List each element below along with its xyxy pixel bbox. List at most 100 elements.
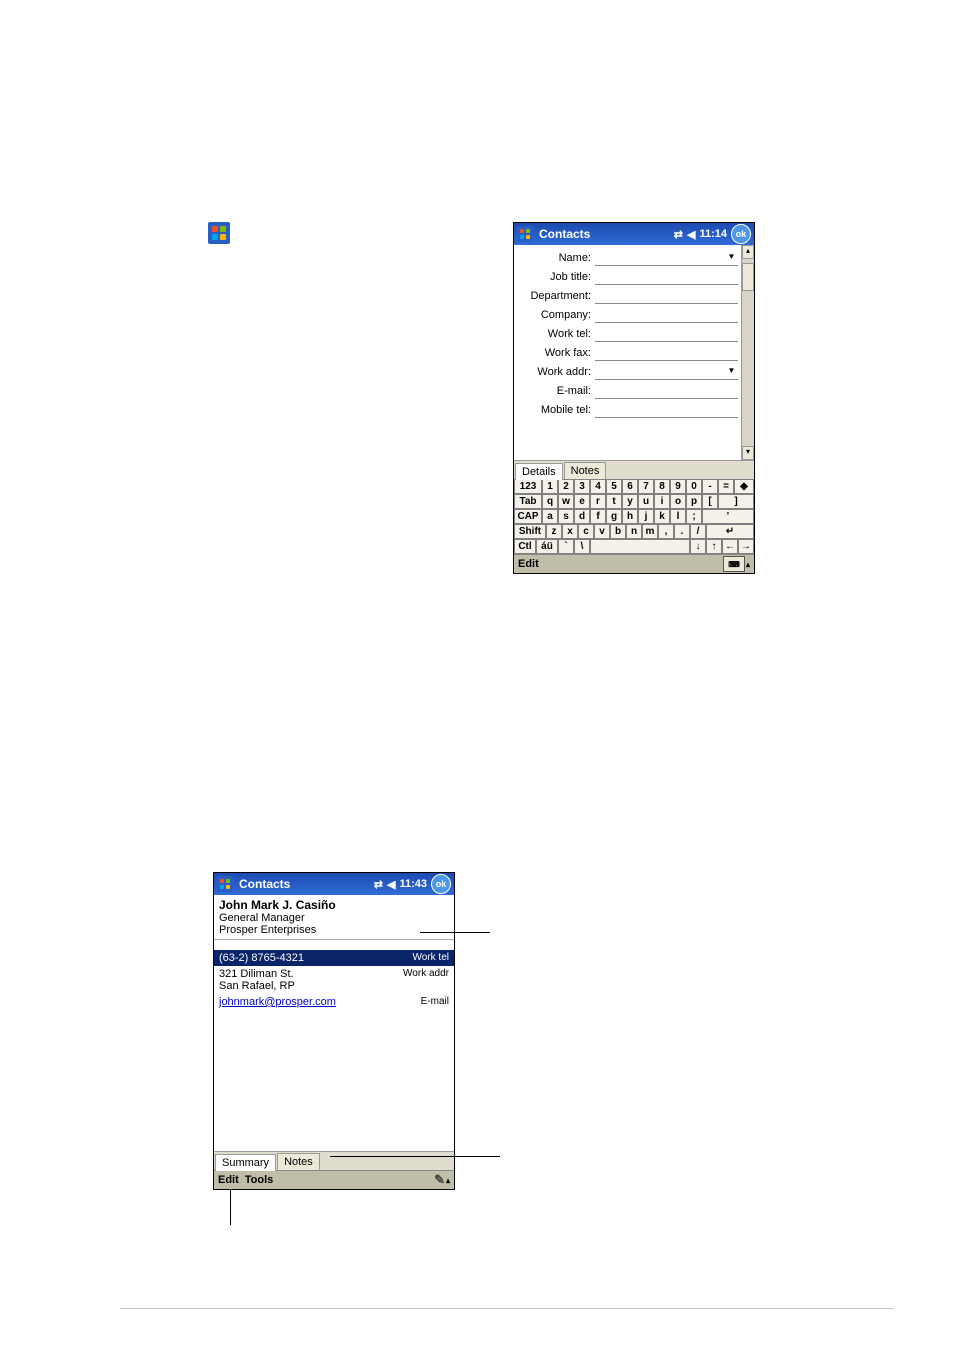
key-ctl[interactable]: Ctl bbox=[514, 539, 536, 554]
key[interactable]: o bbox=[670, 494, 686, 509]
connectivity-icon[interactable]: ⇄ bbox=[674, 228, 683, 241]
key[interactable]: d bbox=[574, 509, 590, 524]
key[interactable]: w bbox=[558, 494, 574, 509]
vertical-scrollbar[interactable]: ▴ ▾ bbox=[741, 245, 754, 460]
email-link[interactable]: johnmark@prosper.com bbox=[219, 996, 336, 1008]
key[interactable]: \ bbox=[574, 539, 590, 554]
key[interactable]: z bbox=[546, 524, 562, 539]
key[interactable]: l bbox=[670, 509, 686, 524]
key[interactable]: h bbox=[622, 509, 638, 524]
key-accent[interactable]: áü bbox=[536, 539, 558, 554]
work-tel-field[interactable] bbox=[595, 326, 738, 342]
sip-arrow-icon[interactable]: ▴ bbox=[746, 560, 750, 569]
key-down[interactable]: ↓ bbox=[690, 539, 706, 554]
mobile-tel-field[interactable] bbox=[595, 402, 738, 418]
speaker-icon[interactable]: ◀ bbox=[387, 878, 395, 891]
key-enter[interactable]: ↵ bbox=[706, 524, 754, 539]
key[interactable]: q bbox=[542, 494, 558, 509]
key-up[interactable]: ↑ bbox=[706, 539, 722, 554]
key[interactable]: r bbox=[590, 494, 606, 509]
key[interactable]: p bbox=[686, 494, 702, 509]
key[interactable]: / bbox=[690, 524, 706, 539]
work-addr-field[interactable]: ▼ bbox=[595, 364, 738, 380]
key[interactable]: . bbox=[674, 524, 690, 539]
key[interactable]: e bbox=[574, 494, 590, 509]
key[interactable]: i bbox=[654, 494, 670, 509]
contact-row-workaddr[interactable]: 321 Diliman St. San Rafael, RP Work addr bbox=[214, 966, 454, 994]
key[interactable]: 9 bbox=[670, 479, 686, 494]
speaker-icon[interactable]: ◀ bbox=[687, 228, 695, 241]
company-field[interactable] bbox=[595, 307, 738, 323]
contact-row-worktel[interactable]: (63-2) 8765-4321 Work tel bbox=[214, 950, 454, 966]
email-field[interactable] bbox=[595, 383, 738, 399]
contact-row-email[interactable]: johnmark@prosper.com E-mail bbox=[214, 994, 454, 1010]
key[interactable]: 6 bbox=[622, 479, 638, 494]
edit-menu[interactable]: Edit bbox=[518, 558, 539, 570]
key-left[interactable]: ← bbox=[722, 539, 738, 554]
key-caps[interactable]: CAP bbox=[514, 509, 542, 524]
key-right[interactable]: → bbox=[738, 539, 754, 554]
on-screen-keyboard[interactable]: 123 1 2 3 4 5 6 7 8 9 0 - = ◆ Tab q w e … bbox=[514, 479, 754, 554]
key[interactable]: ; bbox=[686, 509, 702, 524]
key[interactable]: y bbox=[622, 494, 638, 509]
work-fax-field[interactable] bbox=[595, 345, 738, 361]
key-tab[interactable]: Tab bbox=[514, 494, 542, 509]
key[interactable]: 0 bbox=[686, 479, 702, 494]
key[interactable]: 3 bbox=[574, 479, 590, 494]
key[interactable]: [ bbox=[702, 494, 718, 509]
key[interactable]: t bbox=[606, 494, 622, 509]
key-123[interactable]: 123 bbox=[514, 479, 542, 494]
key[interactable]: c bbox=[578, 524, 594, 539]
sip-arrow-icon[interactable]: ▴ bbox=[446, 1176, 450, 1185]
tab-notes[interactable]: Notes bbox=[277, 1153, 320, 1170]
key[interactable]: k bbox=[654, 509, 670, 524]
key[interactable]: ] bbox=[718, 494, 754, 509]
key[interactable]: = bbox=[718, 479, 734, 494]
scroll-thumb[interactable] bbox=[742, 263, 754, 291]
key[interactable]: 4 bbox=[590, 479, 606, 494]
key-shift[interactable]: Shift bbox=[514, 524, 546, 539]
key[interactable]: 8 bbox=[654, 479, 670, 494]
department-field[interactable] bbox=[595, 288, 738, 304]
key[interactable]: x bbox=[562, 524, 578, 539]
key[interactable]: 7 bbox=[638, 479, 654, 494]
key-space[interactable] bbox=[590, 539, 690, 554]
job-title-field[interactable] bbox=[595, 269, 738, 285]
key[interactable]: ' bbox=[702, 509, 754, 524]
key[interactable]: a bbox=[542, 509, 558, 524]
key[interactable]: , bbox=[658, 524, 674, 539]
scroll-down-icon[interactable]: ▾ bbox=[742, 446, 754, 460]
key[interactable]: ` bbox=[558, 539, 574, 554]
key[interactable]: v bbox=[594, 524, 610, 539]
key[interactable]: j bbox=[638, 509, 654, 524]
key[interactable]: s bbox=[558, 509, 574, 524]
key-backspace[interactable]: ◆ bbox=[734, 479, 754, 494]
key[interactable]: f bbox=[590, 509, 606, 524]
ok-button[interactable]: ok bbox=[431, 874, 451, 894]
key[interactable]: m bbox=[642, 524, 658, 539]
key[interactable]: u bbox=[638, 494, 654, 509]
tab-summary[interactable]: Summary bbox=[215, 1154, 276, 1171]
ok-button[interactable]: ok bbox=[731, 224, 751, 244]
key[interactable]: 1 bbox=[542, 479, 558, 494]
tools-menu[interactable]: Tools bbox=[245, 1174, 274, 1186]
key[interactable]: b bbox=[610, 524, 626, 539]
edit-menu[interactable]: Edit bbox=[218, 1174, 239, 1186]
key[interactable]: 2 bbox=[558, 479, 574, 494]
key[interactable]: 5 bbox=[606, 479, 622, 494]
key[interactable]: g bbox=[606, 509, 622, 524]
name-field[interactable]: ▼ bbox=[595, 250, 738, 266]
start-icon[interactable] bbox=[217, 876, 233, 892]
pen-icon[interactable]: ✎ bbox=[434, 1172, 445, 1188]
key[interactable]: - bbox=[702, 479, 718, 494]
tab-details[interactable]: Details bbox=[515, 463, 563, 480]
key[interactable]: n bbox=[626, 524, 642, 539]
tab-notes[interactable]: Notes bbox=[564, 462, 607, 479]
connectivity-icon[interactable]: ⇄ bbox=[374, 878, 383, 891]
keyboard-toggle-icon[interactable]: ⌨ bbox=[723, 556, 745, 572]
field-label: Company: bbox=[517, 309, 595, 321]
start-icon[interactable] bbox=[517, 226, 533, 242]
chevron-down-icon[interactable]: ▼ bbox=[726, 365, 737, 376]
chevron-down-icon[interactable]: ▼ bbox=[726, 251, 737, 262]
scroll-up-icon[interactable]: ▴ bbox=[742, 245, 754, 259]
